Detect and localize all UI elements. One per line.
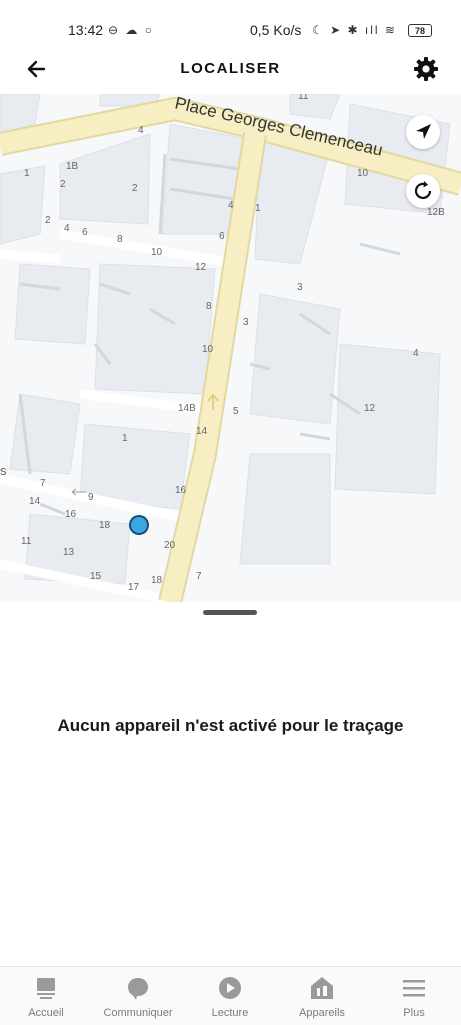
house-number: 8 [206,301,212,312]
status-right-icons: ☾ ➤ ✱ ıll ≋ [312,23,397,37]
house-number: 12 [195,262,207,273]
house-number: 8 [117,234,123,245]
house-number: 1B [66,161,79,172]
house-number: 4 [138,125,144,136]
house-number: 2 [132,183,138,194]
house-number: 13 [63,547,75,558]
house-number: 4 [228,200,234,211]
settings-button[interactable] [411,54,441,84]
house-number: 2 [60,179,66,190]
house-number: 16 [175,485,187,496]
house-number: 14B [178,403,196,414]
house-number: 17 [128,582,140,593]
empty-state-message: Aucun appareil n'est activé pour le traç… [57,716,404,735]
gear-icon [414,57,438,81]
house-number: 1 [122,433,128,444]
battery-icon: 78 [408,24,432,37]
house-number: 2 [45,215,51,226]
map-canvas[interactable]: Place Georges Clemenceau 11 4 1B 2 2 4 1… [0,94,461,602]
house-number: 11 [21,536,32,547]
status-time: 13:42 [68,22,104,38]
status-left-icons: ⊖ ☁ ○ [108,23,154,37]
status-network-speed: 0,5 Ko/s [250,22,302,38]
house-number: 3 [297,282,303,293]
nav-item-communiquer[interactable]: Communiquer [92,967,184,1025]
refresh-button[interactable] [406,174,440,208]
bottom-sheet-handle[interactable] [203,610,257,615]
nav-item-plus[interactable]: Plus [368,967,460,1025]
nav-label: Plus [403,1007,425,1019]
page-title: LOCALISER [180,60,281,77]
nav-item-appareils[interactable]: Appareils [276,967,368,1025]
house-number: 10 [202,344,214,355]
refresh-icon [414,181,432,200]
house-number: 14 [29,496,41,507]
navigation-arrow-icon [416,124,431,139]
house-number: 4 [64,223,70,234]
house-number: 11 [298,94,309,102]
street-fragment: s [0,463,7,478]
my-location-button[interactable] [406,115,440,149]
house-number: 10 [357,168,369,179]
house-number: 12 [364,403,376,414]
house-number: 16 [65,509,77,520]
map-view[interactable]: Place Georges Clemenceau 11 4 1B 2 2 4 1… [0,94,461,602]
house-number: 20 [164,540,176,551]
bottom-navigation: Accueil Communiquer Lecture Appareils Pl… [0,966,461,1025]
house-number: 3 [243,317,249,328]
house-number: 1 [24,168,30,179]
house-number: 6 [219,231,225,242]
devices-house-icon [311,977,333,999]
house-number: 14 [196,426,208,437]
nav-item-accueil[interactable]: Accueil [0,967,92,1025]
house-number: 4 [413,348,419,359]
house-number: 6 [82,227,88,238]
top-app-bar: LOCALISER [0,44,461,94]
menu-icon [403,980,425,997]
house-number: 5 [233,406,239,417]
nav-label: Accueil [28,1007,64,1019]
house-number: 7 [196,571,202,582]
nav-label: Lecture [211,1007,249,1019]
home-icon [37,978,55,999]
nav-label: Communiquer [103,1007,173,1019]
house-number: 1 [255,203,261,214]
house-number: 7 [40,478,46,489]
nav-item-lecture[interactable]: Lecture [184,967,276,1025]
chat-bubble-icon [128,978,148,1000]
nav-label: Appareils [299,1007,345,1019]
house-number: 18 [99,520,111,531]
house-number: 12B [427,207,445,218]
status-bar: 13:42 ⊖ ☁ ○ 0,5 Ko/s ☾ ➤ ✱ ıll ≋ 78 [0,0,461,44]
house-number: 15 [90,571,102,582]
house-number: 9 [88,492,94,503]
house-number: 10 [151,247,163,258]
location-marker[interactable] [129,515,149,535]
play-icon [219,977,241,999]
house-number: 18 [151,575,163,586]
